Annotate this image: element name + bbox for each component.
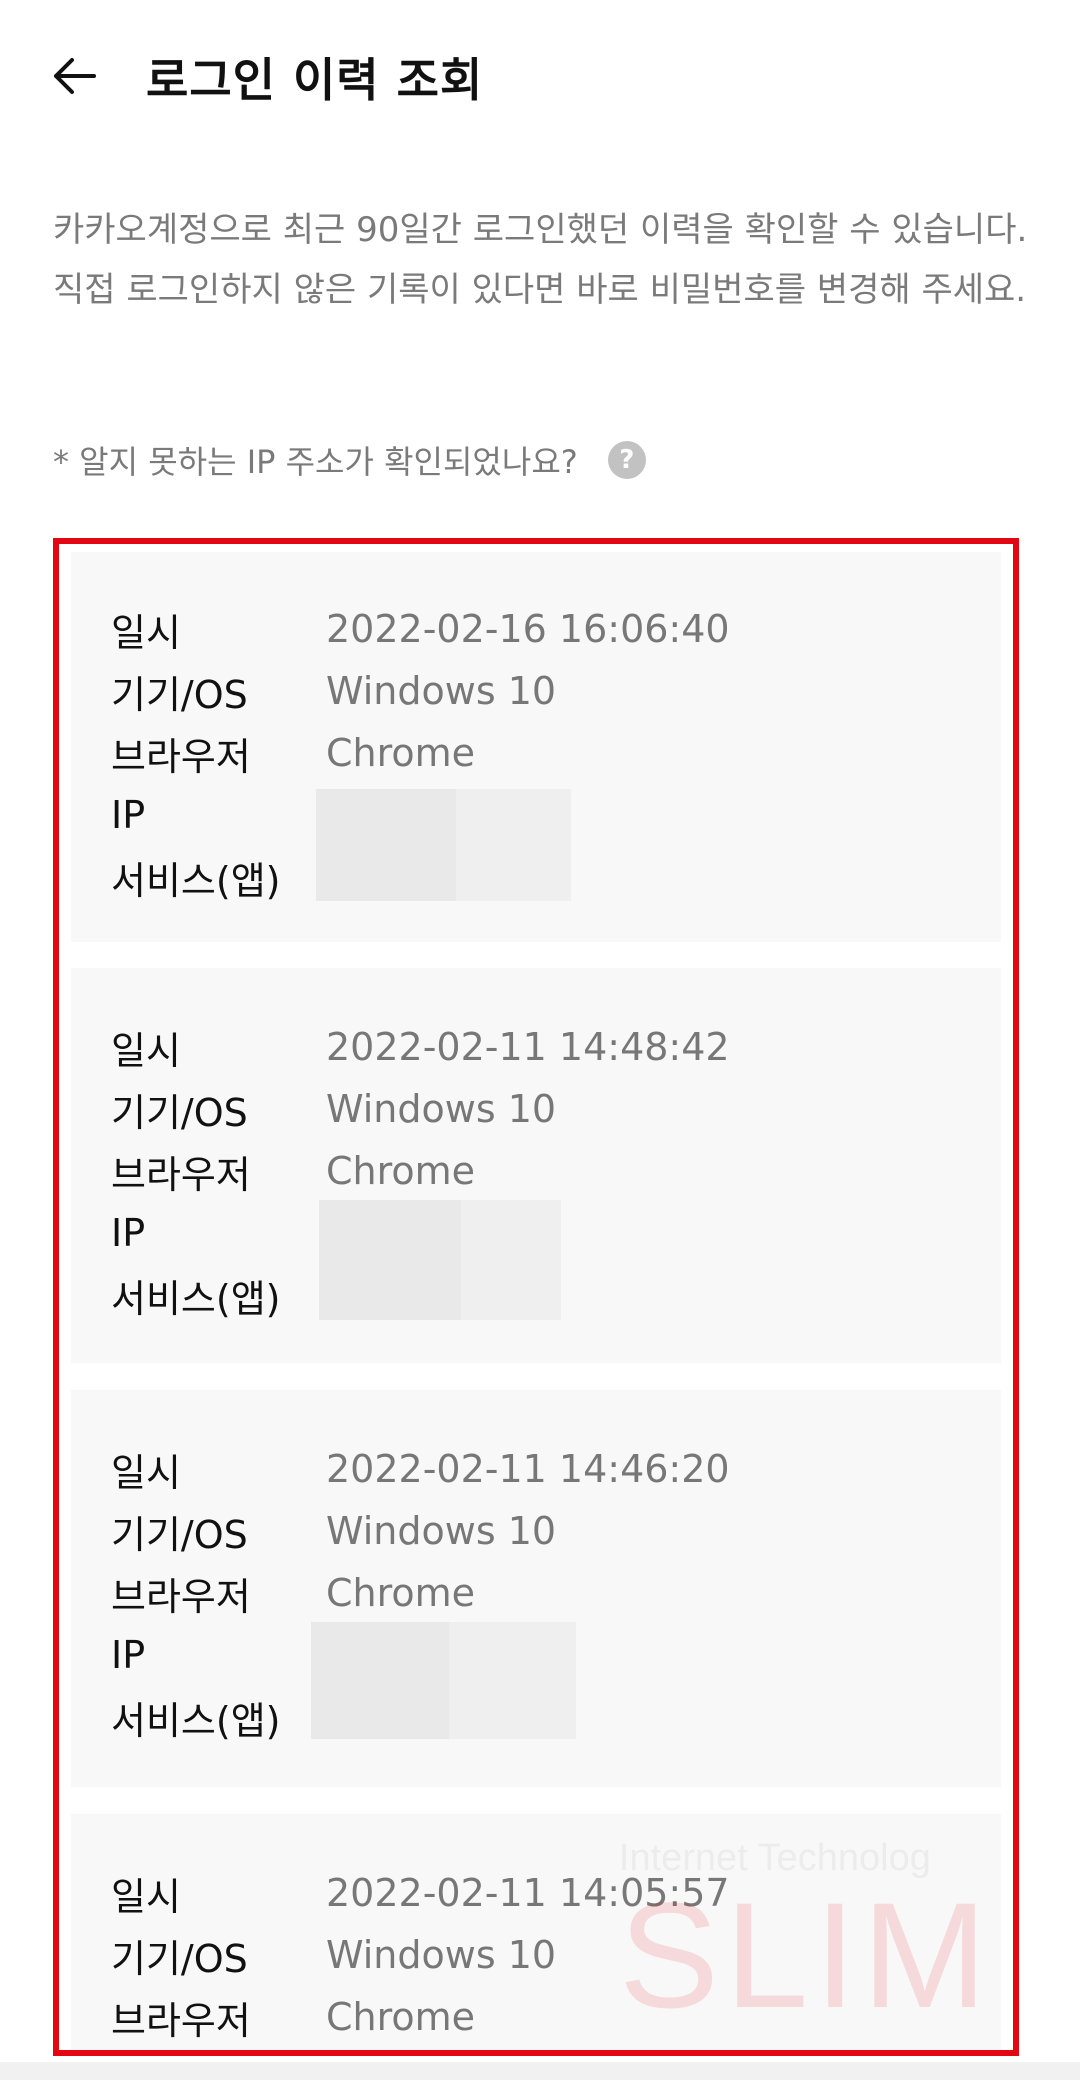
description-text: 카카오계정으로 최근 90일간 로그인했던 이력을 확인할 수 있습니다. 직접… — [53, 210, 1028, 310]
browser-value: Chrome — [326, 731, 476, 775]
browser-label: 브라우저 — [111, 1574, 251, 1619]
device-os-value: Windows 10 — [326, 1509, 557, 1553]
record-row-datetime: 일시 2022-02-16 16:06:40 — [111, 598, 730, 660]
record-row-datetime: 일시 2022-02-11 14:05:57 — [111, 1862, 730, 1924]
browser-label: 브라우저 — [111, 1152, 251, 1197]
ip-label: IP — [111, 1211, 146, 1255]
service-label: 서비스(앱) — [111, 1276, 281, 1321]
datetime-value: 2022-02-11 14:05:57 — [326, 1871, 730, 1915]
ip-label: IP — [111, 793, 146, 837]
datetime-value: 2022-02-11 14:48:42 — [326, 1025, 730, 1069]
datetime-value: 2022-02-11 14:46:20 — [326, 1447, 730, 1491]
browser-value: Chrome — [326, 1571, 476, 1615]
login-record: 일시 2022-02-11 14:48:42 기기/OS Windows 10 … — [71, 968, 1001, 1363]
ip-question: * 알지 못하는 IP 주소가 확인되었나요? ? — [53, 430, 646, 490]
login-record: 일시 2022-02-11 14:05:57 기기/OS Windows 10 … — [71, 1814, 1001, 2050]
login-record: 일시 2022-02-16 16:06:40 기기/OS Windows 10 … — [71, 552, 1001, 942]
back-button[interactable] — [44, 46, 104, 106]
record-row-device: 기기/OS Windows 10 — [111, 1078, 556, 1140]
record-row-device: 기기/OS Windows 10 — [111, 660, 556, 722]
redacted-ip-service — [319, 1200, 561, 1320]
app-header: 로그인 이력 조회 — [0, 0, 1080, 150]
page-title: 로그인 이력 조회 — [146, 53, 484, 107]
ip-question-text: * 알지 못하는 IP 주소가 확인되었나요? — [53, 443, 578, 481]
login-history-list: 일시 2022-02-16 16:06:40 기기/OS Windows 10 … — [53, 538, 1019, 2056]
device-os-label: 기기/OS — [111, 1936, 248, 1981]
service-label: 서비스(앱) — [111, 1698, 281, 1743]
device-os-value: Windows 10 — [326, 1087, 557, 1131]
ip-label: IP — [111, 1633, 146, 1677]
datetime-label: 일시 — [111, 1874, 181, 1919]
record-row-ip: IP — [111, 1624, 326, 1686]
record-row-device: 기기/OS Windows 10 — [111, 1500, 556, 1562]
record-row-browser: 브라우저 Chrome — [111, 1562, 475, 1624]
record-row-browser: 브라우저 Chrome — [111, 722, 475, 784]
login-record: 일시 2022-02-11 14:46:20 기기/OS Windows 10 … — [71, 1390, 1001, 1787]
record-row-browser: 브라우저 Chrome — [111, 1986, 475, 2048]
redacted-ip-service — [316, 789, 571, 901]
device-os-label: 기기/OS — [111, 1090, 248, 1135]
record-row-service: 서비스(앱) — [111, 1686, 326, 1748]
question-icon[interactable]: ? — [607, 441, 646, 479]
record-row-ip: IP — [111, 1202, 326, 1264]
browser-value: Chrome — [326, 1995, 476, 2039]
datetime-value: 2022-02-16 16:06:40 — [326, 607, 730, 651]
arrow-left-icon — [54, 58, 96, 94]
browser-label: 브라우저 — [111, 734, 251, 779]
browser-value: Chrome — [326, 1149, 476, 1193]
record-row-ip: IP — [111, 784, 326, 846]
record-row-browser: 브라우저 Chrome — [111, 1140, 475, 1202]
datetime-label: 일시 — [111, 610, 181, 655]
datetime-label: 일시 — [111, 1450, 181, 1495]
record-row-datetime: 일시 2022-02-11 14:46:20 — [111, 1438, 730, 1500]
record-row-device: 기기/OS Windows 10 — [111, 1924, 556, 1986]
device-os-label: 기기/OS — [111, 672, 248, 717]
device-os-value: Windows 10 — [326, 1933, 557, 1977]
record-row-service: 서비스(앱) — [111, 1264, 326, 1326]
browser-label: 브라우저 — [111, 1998, 251, 2043]
device-os-label: 기기/OS — [111, 1512, 248, 1557]
datetime-label: 일시 — [111, 1028, 181, 1073]
record-row-service: 서비스(앱) — [111, 846, 326, 908]
bottom-edge — [0, 2062, 1080, 2080]
redacted-ip-service — [311, 1622, 576, 1739]
record-row-datetime: 일시 2022-02-11 14:48:42 — [111, 1016, 730, 1078]
service-label: 서비스(앱) — [111, 858, 281, 903]
device-os-value: Windows 10 — [326, 669, 557, 713]
